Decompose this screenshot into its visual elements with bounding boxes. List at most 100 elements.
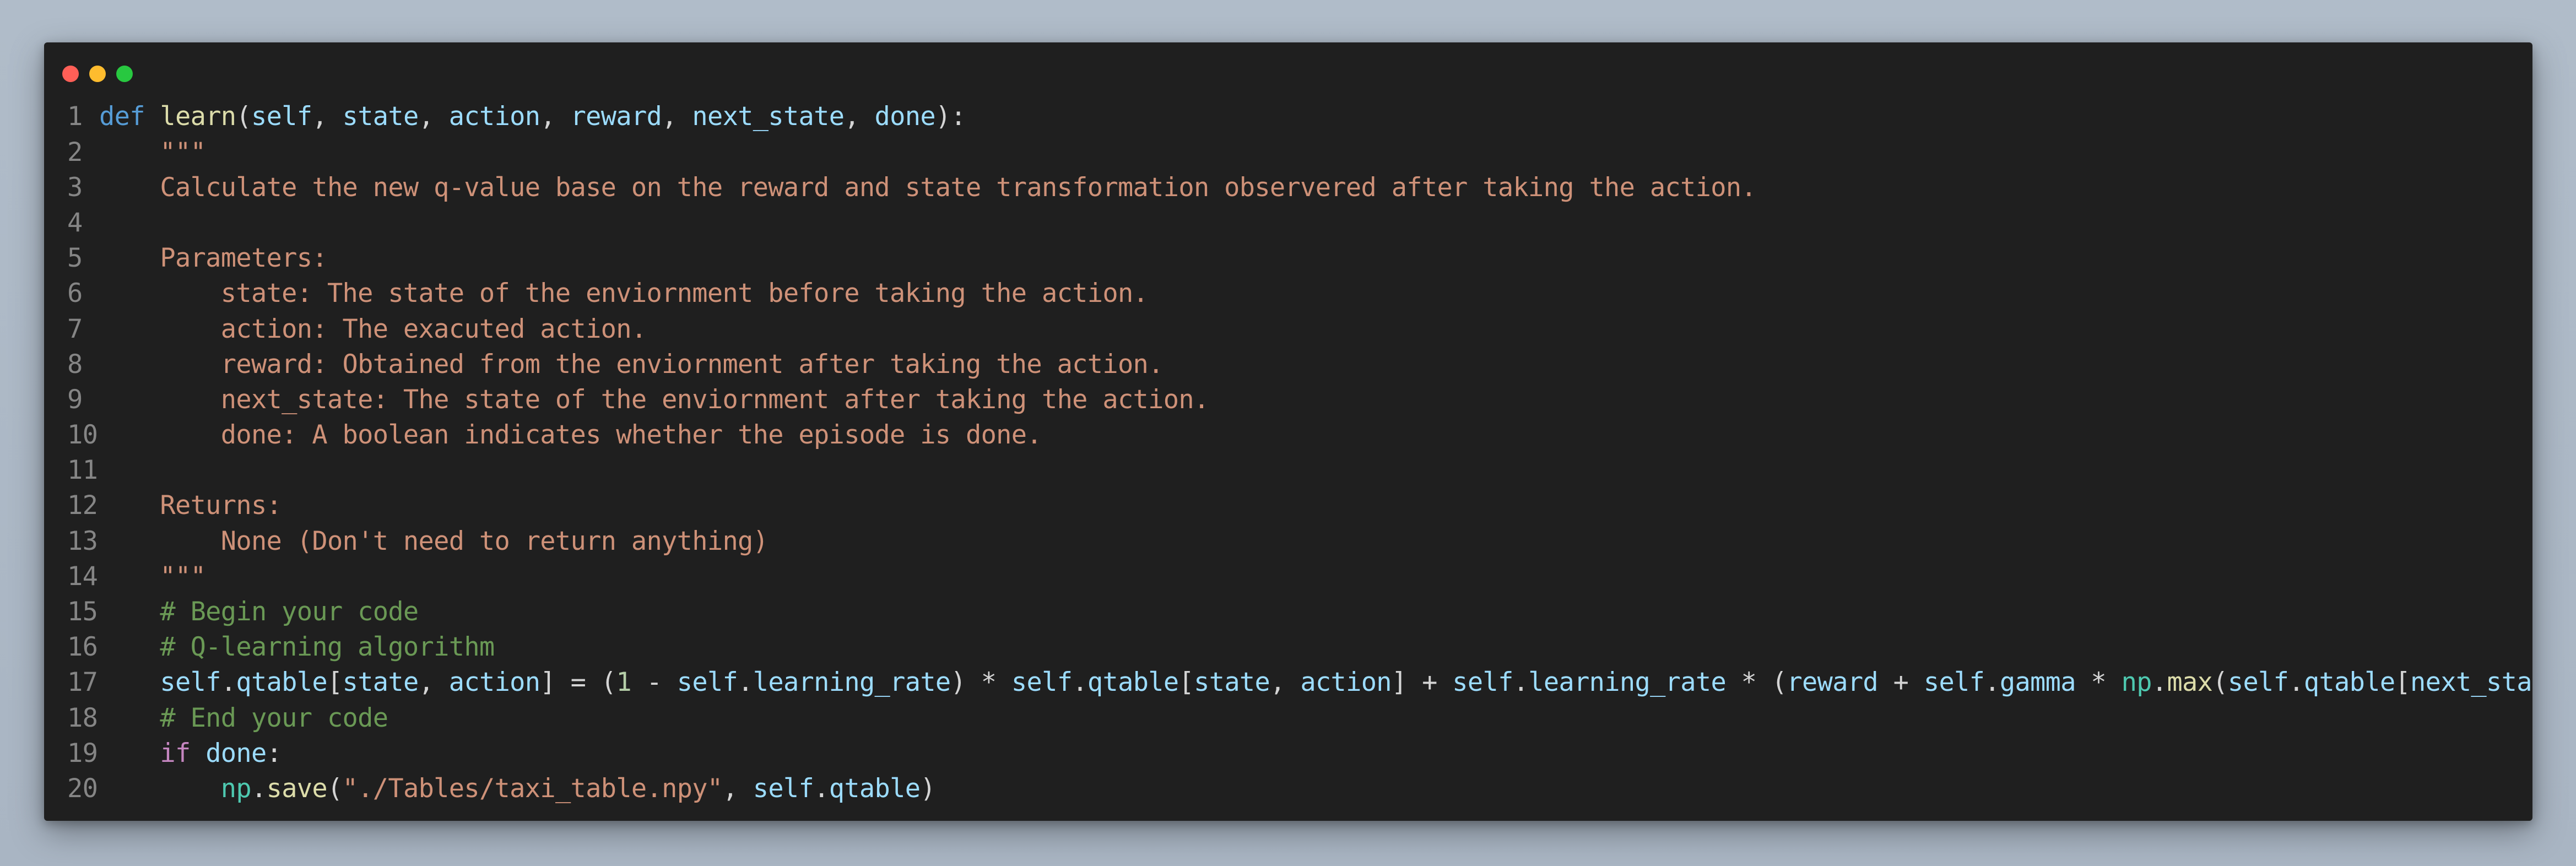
code-token-string: Returns: (99, 490, 282, 521)
minimize-window-icon[interactable] (89, 66, 106, 82)
code-token-variable: state (342, 101, 419, 132)
line-number: 3 (67, 172, 83, 203)
line-number: 13 (67, 526, 98, 556)
code-token-plain: ): (935, 101, 966, 132)
code-token-string: action: The exacuted action. (99, 313, 647, 344)
code-token-string: """ (99, 137, 206, 167)
line-number: 2 (67, 137, 83, 167)
code-token-string: state: The state of the enviornment befo… (99, 278, 1149, 309)
code-line: 3 Calculate the new q-value base on the … (44, 170, 2532, 205)
code-token-variable: qtable (1087, 667, 1179, 698)
code-token-variable: state (342, 667, 419, 698)
line-source: action: The exacuted action. (99, 312, 647, 347)
code-token-variable: qtable (829, 773, 921, 804)
code-editor[interactable]: 1 def learn(self, state, action, reward, … (44, 99, 2532, 807)
code-line: 14 """ (44, 559, 2532, 594)
code-line: 6 state: The state of the enviornment be… (44, 276, 2532, 311)
code-line: 13 None (Don't need to return anything) (44, 524, 2532, 559)
code-token-plain: . (1072, 667, 1087, 698)
code-token-string: """ (99, 561, 206, 592)
code-token-function: max (2167, 667, 2213, 698)
line-source: # Q-learning algorithm (99, 630, 495, 665)
line-source: self.qtable[state, action] = (1 - self.l… (99, 665, 2532, 700)
line-source: Returns: (99, 488, 282, 523)
line-number: 9 (67, 384, 83, 415)
code-token-plain: - (631, 667, 677, 698)
code-token-string: next_state: The state of the enviornment… (99, 384, 1209, 415)
code-token-variable: self (160, 667, 221, 698)
code-line: 7 action: The exacuted action. (44, 312, 2532, 347)
code-token-plain: [ (327, 667, 343, 698)
close-window-icon[interactable] (62, 66, 79, 82)
code-token-plain: . (2151, 667, 2167, 698)
line-number: 10 (67, 420, 98, 451)
line-number: 6 (67, 278, 83, 309)
line-number: 7 (67, 313, 83, 344)
code-token-plain: ) * (950, 667, 1011, 698)
code-token-variable: done (205, 738, 267, 768)
line-source: next_state: The state of the enviornment… (99, 382, 1209, 418)
code-token-comment: # End your code (99, 702, 388, 733)
line-source: """ (99, 135, 206, 170)
code-token-variable: next_state (692, 101, 845, 132)
code-token-variable: gamma (1999, 667, 2076, 698)
maximize-window-icon[interactable] (116, 66, 133, 82)
line-source: def learn(self, state, action, reward, n… (99, 99, 966, 134)
code-token-plain: . (814, 773, 829, 804)
code-token-variable: learning_rate (753, 667, 951, 698)
code-token-variable: self (251, 101, 312, 132)
code-line: 4 (44, 205, 2532, 241)
code-line: 15 # Begin your code (44, 594, 2532, 630)
line-number: 1 (67, 101, 83, 132)
code-token-plain: ) (920, 773, 935, 804)
line-source: state: The state of the enviornment befo… (99, 276, 1149, 311)
code-token-plain: . (2288, 667, 2304, 698)
code-token-plain: . (738, 667, 753, 698)
line-source: reward: Obtained from the enviornment af… (99, 347, 1164, 382)
code-line: 1 def learn(self, state, action, reward, … (44, 99, 2532, 134)
code-token-comment: # Begin your code (99, 597, 419, 627)
code-line: 10 done: A boolean indicates whether the… (44, 418, 2532, 453)
code-token-function: learn (160, 101, 236, 132)
line-number: 12 (67, 490, 98, 521)
code-line: 18 # End your code (44, 701, 2532, 736)
code-token-control: if (160, 738, 191, 768)
line-source: None (Don't need to return anything) (99, 524, 769, 559)
code-token-plain: . (1513, 667, 1529, 698)
code-token-plain: , (540, 101, 571, 132)
code-token-number: 1 (616, 667, 631, 698)
code-token-variable: reward (570, 101, 662, 132)
code-token-variable: qtable (236, 667, 327, 698)
code-token-plain: * (2075, 667, 2122, 698)
window-titlebar (44, 42, 2532, 98)
code-token-plain: + (1878, 667, 1924, 698)
code-token-plain: . (220, 667, 236, 698)
line-number: 14 (67, 561, 98, 592)
code-token-variable: learning_rate (1528, 667, 1727, 698)
line-source: if done: (99, 736, 282, 771)
code-line: 12 Returns: (44, 488, 2532, 523)
code-token-plain: , (662, 101, 692, 132)
code-token-string: reward: Obtained from the enviornment af… (99, 349, 1164, 380)
code-line: 11 (44, 453, 2532, 488)
line-number: 5 (67, 243, 83, 274)
code-token-string: "./Tables/taxi_table.npy" (342, 773, 723, 804)
line-number: 15 (67, 597, 98, 627)
line-number: 8 (67, 349, 83, 380)
code-token-variable: self (753, 773, 814, 804)
code-token-variable: next_state (2410, 667, 2532, 698)
code-token-variable: done (874, 101, 936, 132)
code-line: 19 if done: (44, 736, 2532, 771)
code-token-string: done: A boolean indicates whether the ep… (99, 420, 1042, 451)
line-source: done: A boolean indicates whether the ep… (99, 418, 1042, 453)
code-token-plain: ] + (1391, 667, 1453, 698)
code-line: 5 Parameters: (44, 241, 2532, 276)
code-token-plain: , (418, 101, 449, 132)
line-source: Parameters: (99, 241, 327, 276)
code-token-plain: ( (2212, 667, 2228, 698)
line-number: 18 (67, 702, 98, 733)
code-token-variable: action (448, 101, 540, 132)
